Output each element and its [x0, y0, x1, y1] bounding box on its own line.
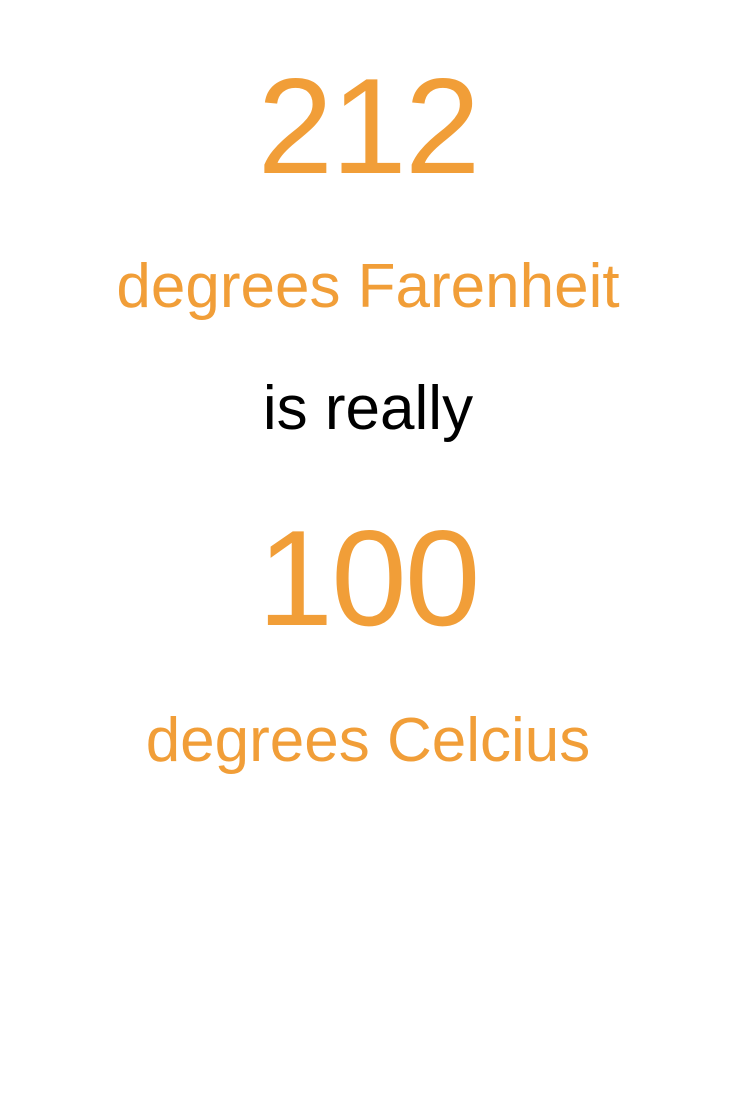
converter-screen: 212 degrees Farenheit is really 100 degr… — [0, 0, 736, 1096]
fahrenheit-unit-label: degrees Farenheit — [116, 252, 620, 321]
celsius-value: 100 — [257, 502, 481, 654]
celsius-unit-label: degrees Celcius — [145, 706, 591, 775]
fahrenheit-value[interactable]: 212 — [0, 58, 736, 194]
connector-text: is really — [262, 374, 474, 443]
